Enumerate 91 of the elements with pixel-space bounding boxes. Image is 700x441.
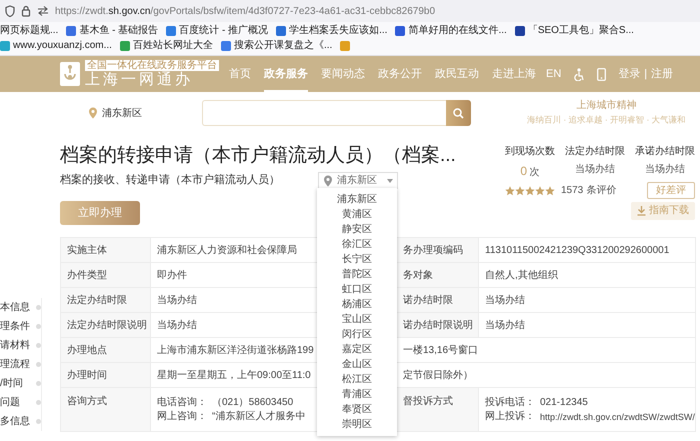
- dropdown-option[interactable]: 黄浦区: [317, 207, 397, 222]
- accessibility-icon[interactable]: [573, 68, 586, 80]
- star-icon: [535, 186, 545, 196]
- dot-icon: [36, 381, 41, 386]
- stat-label: 到现场次数: [505, 145, 555, 159]
- logo-title: 上海一网通办: [85, 71, 194, 88]
- stat-unit: 次: [530, 166, 540, 178]
- download-icon: [637, 206, 646, 216]
- table-cell: 办理时间: [60, 362, 150, 388]
- swap-icon: [37, 6, 49, 16]
- stat-label: 法定办结时限: [565, 144, 625, 159]
- dropdown-option[interactable]: 徐汇区: [317, 237, 397, 252]
- page-title: 档案的转接申请（本市户籍流动人员）（档案...: [60, 144, 457, 168]
- district-select[interactable]: 浦东新区: [318, 172, 398, 189]
- contact-value: “浦东新区人才服务中: [212, 410, 306, 424]
- sidebar-link[interactable]: 理流程: [0, 357, 36, 372]
- contact-value: 021-12345: [540, 396, 588, 410]
- contact-value: http://zwdt.sh.gov.cn/zwdtSW/zwdtSW/: [540, 410, 695, 424]
- location-pin-icon: [323, 174, 333, 186]
- location-link[interactable]: 浦东新区: [102, 106, 142, 120]
- bookmark-link[interactable]: 学生档案丢失应该如...: [289, 23, 388, 38]
- table-cell: 办理地点: [60, 338, 150, 362]
- logo-icon: [60, 62, 80, 86]
- dropdown-option[interactable]: 奉贤区: [317, 402, 397, 417]
- sidebar-link[interactable]: /时间: [0, 376, 36, 391]
- rating-label: 条评价: [586, 184, 616, 198]
- location-pin-icon: [88, 107, 98, 119]
- table-cell: 法定办结时限: [60, 288, 150, 312]
- dropdown-option[interactable]: 嘉定区: [317, 342, 397, 357]
- rating-count: 1573: [561, 184, 584, 198]
- dot-icon: [36, 362, 41, 367]
- contact-label: 电话咨询：: [157, 396, 207, 410]
- stat-value: 0: [520, 164, 528, 178]
- table-cell: 法定办结时限说明: [60, 312, 150, 338]
- contact-label: 投诉电话：: [485, 396, 535, 410]
- dropdown-option[interactable]: 静安区: [317, 222, 397, 237]
- bookmark-link[interactable]: 简单好用的在线文件...: [408, 23, 507, 38]
- dot-icon: [36, 400, 41, 405]
- star-icon: [545, 186, 555, 196]
- dropdown-option[interactable]: 崇明区: [317, 417, 397, 432]
- table-cell: 自然人,其他组织: [478, 262, 696, 288]
- caret-icon: [387, 178, 393, 182]
- table-cell: 当场办结: [478, 312, 696, 338]
- star-icon: [525, 186, 535, 196]
- stat-value: 当场办结: [575, 164, 615, 174]
- sidebar-link[interactable]: 理条件: [0, 319, 36, 334]
- lock-icon: [21, 5, 31, 17]
- contact-value: （021）58603450: [212, 396, 294, 410]
- bookmark-link[interactable]: 搜索公开课复盘之《...: [234, 38, 332, 53]
- bookmark-link[interactable]: 百度统计 - 推广概况: [179, 23, 268, 38]
- dropdown-option[interactable]: 松江区: [317, 372, 397, 387]
- dropdown-option[interactable]: 杨浦区: [317, 297, 397, 312]
- table-cell: 浦东新区人力资源和社会保障局: [150, 238, 318, 262]
- slogan-title: 上海城市精神: [576, 98, 638, 113]
- table-cell: 办件类型: [60, 262, 150, 288]
- page-subtitle: 档案的接收、转递申请（本市户籍流动人员）: [60, 172, 281, 188]
- bookmark-link[interactable]: 网页标题规...: [0, 23, 58, 38]
- dot-icon: [36, 343, 41, 348]
- dot-icon: [36, 324, 41, 329]
- table-cell: 咨询方式: [60, 388, 150, 432]
- table-cell: 11310115002421239Q331200292600001: [478, 238, 696, 262]
- shield-icon: [5, 5, 15, 17]
- sidebar-link[interactable]: 多信息: [0, 414, 36, 429]
- phone-icon[interactable]: [597, 68, 606, 80]
- sidebar-link[interactable]: 请材料: [0, 338, 36, 353]
- slogan-text: 海纳百川 · 追求卓越 · 开明睿智 · 大气谦和: [527, 114, 686, 127]
- dot-icon: [36, 419, 41, 424]
- dot-icon: [36, 305, 41, 310]
- dropdown-option[interactable]: 青浦区: [317, 387, 397, 402]
- contact-label: 网上投诉：: [485, 410, 535, 424]
- dropdown-option[interactable]: 宝山区: [317, 312, 397, 327]
- contact-label: 网上咨询：: [157, 410, 207, 424]
- sidebar-link[interactable]: 问题: [0, 395, 36, 410]
- separator-text: |: [644, 66, 648, 82]
- bookmark-link[interactable]: 「SEO工具包」聚合S...: [528, 23, 634, 38]
- table-cell: 实施主体: [60, 238, 150, 262]
- star-icon: [505, 186, 515, 196]
- dropdown-option[interactable]: 普陀区: [317, 267, 397, 282]
- stat-label: 承诺办结时限: [635, 144, 695, 159]
- sidebar-link[interactable]: 本信息: [0, 300, 36, 315]
- dropdown-option[interactable]: 浦东新区: [317, 192, 397, 207]
- bookmark-link[interactable]: 百姓站长网址大全: [132, 38, 213, 53]
- stat-value: 当场办结: [645, 164, 685, 174]
- bookmark-link[interactable]: 基木鱼 - 基础报告: [79, 23, 158, 38]
- search-field[interactable]: [202, 100, 446, 126]
- bookmark-link[interactable]: www.youxuanzj.com...: [13, 38, 112, 53]
- logo-tagline: 全国一体化在线政务服务平台: [85, 60, 219, 71]
- search-button[interactable]: [446, 100, 472, 126]
- table-cell: 当场办结: [478, 288, 696, 312]
- search-icon: [453, 108, 464, 118]
- star-icon: [515, 186, 525, 196]
